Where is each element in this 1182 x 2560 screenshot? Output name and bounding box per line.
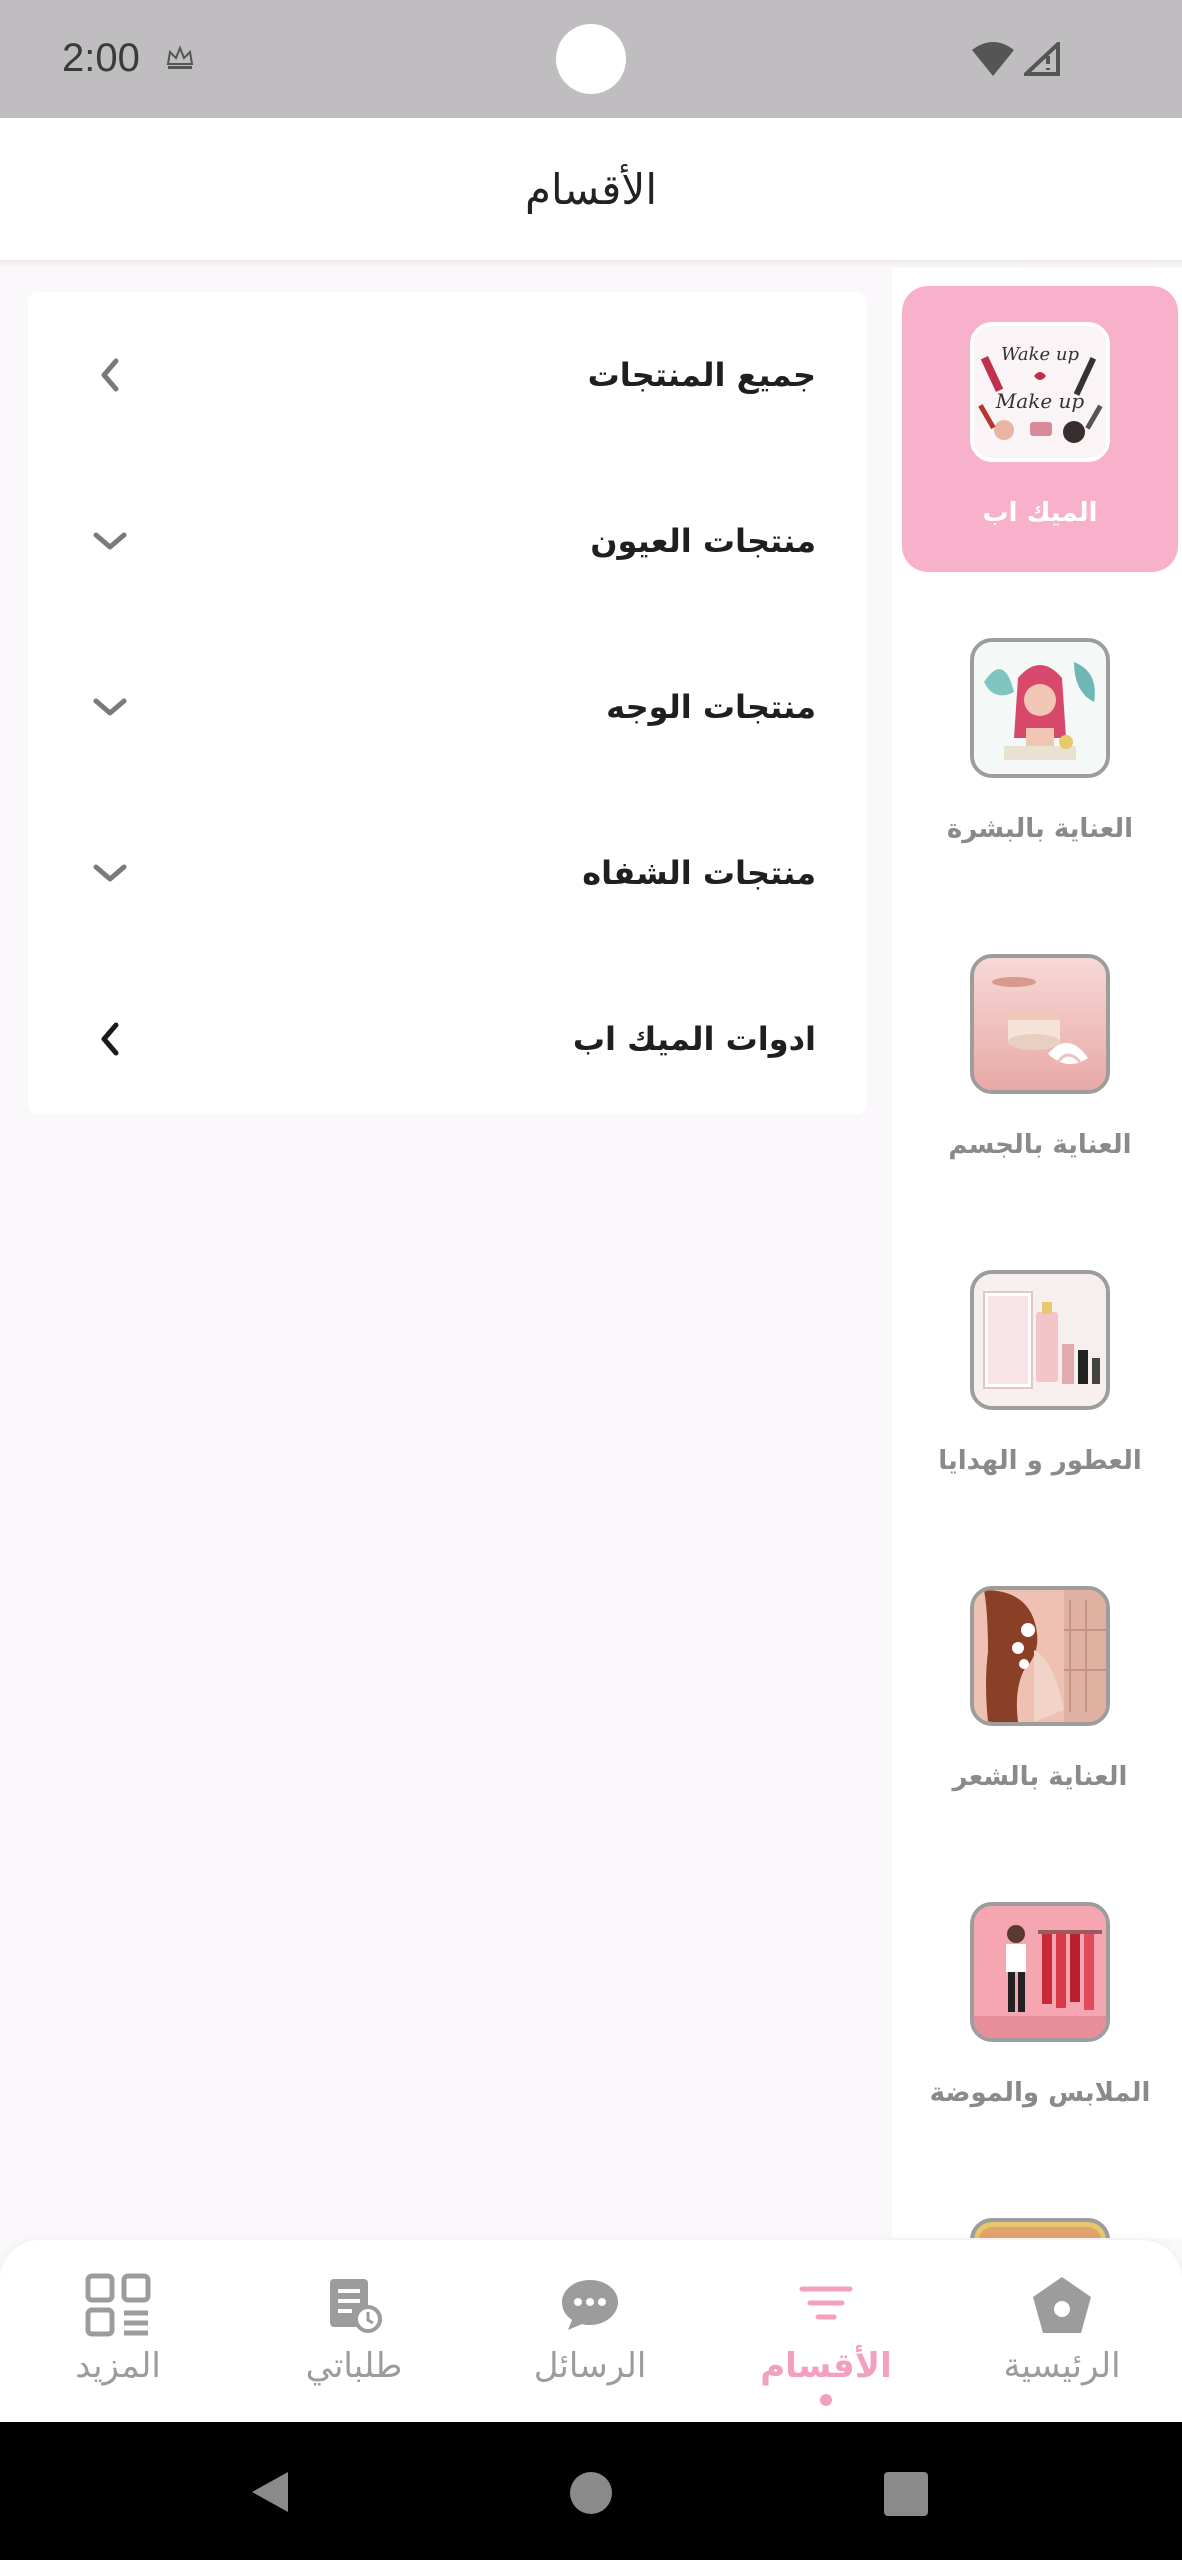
subcategory-eye-products[interactable]: منتجات العيون [28, 458, 866, 624]
chevron-down-icon [88, 519, 132, 563]
chat-icon [560, 2270, 620, 2340]
category-bodycare[interactable]: العناية بالجسم [902, 918, 1178, 1204]
chevron-down-icon [88, 851, 132, 895]
subcategory-all-products[interactable]: جميع المنتجات [28, 292, 866, 458]
category-perfume-gifts[interactable]: العطور و الهدايا [902, 1234, 1178, 1520]
skincare-thumbnail-icon [970, 638, 1110, 778]
bodycare-thumbnail-icon [970, 954, 1110, 1094]
perfume-gifts-thumbnail-icon [970, 1270, 1110, 1410]
status-time: 2:00 [62, 36, 140, 80]
subcategory-label: منتجات الشفاه [582, 854, 816, 892]
nav-label: الرسائل [533, 2346, 647, 2386]
nav-label: المزيد [75, 2346, 161, 2386]
app-header: الأقسام [0, 118, 1182, 260]
fashion-thumbnail-icon [970, 1902, 1110, 2042]
nav-orders[interactable]: طلباتي [236, 2240, 472, 2422]
subcategory-face-products[interactable]: منتجات الوجه [28, 624, 866, 790]
subcategory-label: جميع المنتجات [587, 356, 816, 394]
category-thumbnail-icon [970, 2218, 1110, 2238]
nav-categories[interactable]: الأقسام [708, 2240, 944, 2422]
subcategory-lip-products[interactable]: منتجات الشفاه [28, 790, 866, 956]
header-divider [0, 260, 1182, 268]
back-icon[interactable] [248, 2468, 292, 2516]
bottom-navigation: المزيد طلباتي الرسائل الأقسام الرئيسية [0, 2240, 1182, 2422]
home-circle-icon[interactable] [568, 2470, 614, 2516]
category-label: العطور و الهدايا [938, 1446, 1142, 1476]
camera-cutout [556, 24, 626, 94]
nav-label: طلباتي [305, 2346, 403, 2386]
chevron-down-icon [88, 685, 132, 729]
svg-text:Make up: Make up [995, 389, 1085, 413]
category-partial[interactable] [902, 2182, 1178, 2238]
subcategory-makeup-tools[interactable]: ادوات الميك اب [28, 956, 866, 1122]
category-sidebar[interactable]: Wake up Make up الميك اب العناية بالبشرة… [892, 268, 1182, 2238]
page-title: الأقسام [525, 164, 657, 214]
nav-label: الرئيسية [1003, 2346, 1121, 2386]
category-label: العناية بالجسم [948, 1130, 1132, 1160]
chevron-left-icon [88, 1017, 132, 1061]
svg-text:Wake up: Wake up [1001, 344, 1080, 365]
subcategory-label: منتجات الوجه [606, 688, 816, 726]
status-bar: 2:00 [0, 0, 1182, 118]
category-skincare[interactable]: العناية بالبشرة [902, 602, 1178, 888]
signal-icon [1024, 42, 1060, 76]
nav-label: الأقسام [760, 2346, 892, 2386]
orders-icon [326, 2270, 382, 2340]
category-label: الميك اب [982, 498, 1098, 528]
system-navigation-bar [0, 2422, 1182, 2560]
grid-icon [85, 2270, 151, 2340]
chevron-left-icon [88, 353, 132, 397]
nav-messages[interactable]: الرسائل [472, 2240, 708, 2422]
crown-logo-icon [166, 45, 194, 69]
active-indicator-dot [820, 2394, 832, 2406]
makeup-thumbnail-icon: Wake up Make up [970, 322, 1110, 462]
filter-icon [798, 2270, 854, 2340]
subcategory-label: منتجات العيون [590, 522, 816, 560]
nav-more[interactable]: المزيد [0, 2240, 236, 2422]
subcategory-label: ادوات الميك اب [572, 1020, 816, 1058]
nav-home[interactable]: الرئيسية [944, 2240, 1180, 2422]
category-fashion[interactable]: الملابس والموضة [902, 1866, 1178, 2152]
category-haircare[interactable]: العناية بالشعر [902, 1550, 1178, 1836]
wifi-icon [972, 42, 1014, 76]
category-label: العناية بالبشرة [946, 814, 1134, 844]
home-icon [1031, 2270, 1093, 2340]
subcategory-panel: جميع المنتجات منتجات العيون منتجات الوجه… [28, 292, 866, 1114]
recents-icon[interactable] [884, 2472, 928, 2516]
haircare-thumbnail-icon [970, 1586, 1110, 1726]
category-label: العناية بالشعر [952, 1762, 1128, 1792]
category-label: الملابس والموضة [929, 2078, 1151, 2108]
category-makeup[interactable]: Wake up Make up الميك اب [902, 286, 1178, 572]
